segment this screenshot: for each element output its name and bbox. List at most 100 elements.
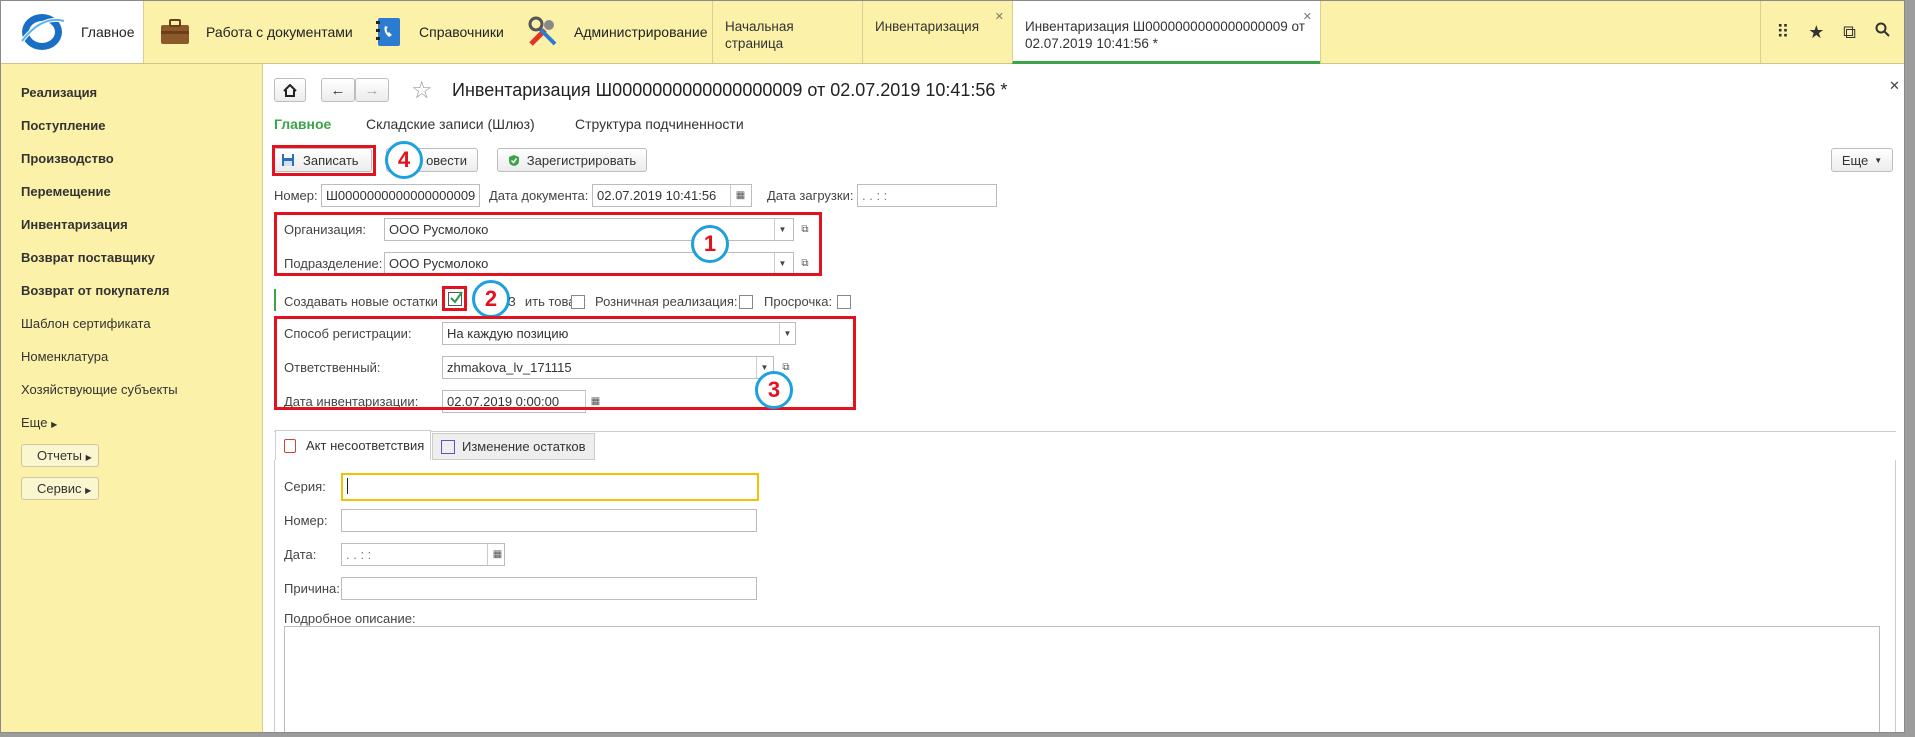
tab-inventory-list[interactable]: Инвентаризация ✕ — [862, 1, 1012, 63]
annotation-3: 3 — [755, 371, 793, 409]
favorite-star-icon[interactable]: ☆ — [411, 76, 433, 105]
forward-button[interactable]: → — [355, 78, 389, 102]
close-icon[interactable]: ✕ — [995, 9, 1004, 26]
history-icon[interactable]: ⧉ — [1843, 22, 1856, 43]
retail-label: Розничная реализация: — [595, 294, 738, 309]
tab-baseline — [274, 431, 1896, 432]
phonebook-icon — [370, 14, 406, 50]
expired-label: Просрочка: — [764, 294, 833, 309]
calendar-icon[interactable]: ▦ — [487, 544, 507, 565]
back-button[interactable]: ← — [321, 78, 355, 102]
number-field[interactable]: Ш0000000000000000009 — [321, 184, 480, 207]
star-icon[interactable]: ★ — [1808, 22, 1824, 43]
sidebar-item-sales[interactable]: Реализация — [21, 85, 97, 100]
group-marker — [274, 289, 276, 311]
highlight-box-4 — [272, 145, 376, 176]
sidebar-item-transfer[interactable]: Перемещение — [21, 184, 111, 199]
load-date-field[interactable]: . . : : — [857, 184, 997, 207]
1c-logo-icon — [20, 14, 65, 50]
sidebar-item-return-supplier[interactable]: Возврат поставщику — [21, 250, 155, 265]
annotation-1: 1 — [691, 225, 729, 263]
sidebar-item-inventory[interactable]: Инвентаризация — [21, 217, 128, 232]
search-icon[interactable] — [1875, 22, 1891, 43]
description-textarea[interactable] — [284, 626, 1880, 732]
expired-checkbox[interactable] — [837, 295, 851, 309]
top-bar: Главное Работа с документами Справочники… — [1, 1, 1904, 64]
annotation-4: 4 — [385, 141, 423, 179]
section-administration[interactable]: Администрирование — [525, 1, 708, 63]
post-label: овести — [426, 152, 467, 168]
home-icon — [283, 83, 297, 97]
tools-icon — [525, 14, 561, 50]
section-administration-label: Администрирование — [574, 24, 708, 40]
arrow-right-icon: → — [364, 81, 380, 99]
calendar-icon[interactable]: ▦ — [730, 185, 750, 206]
chart-edit-icon — [441, 439, 455, 454]
reports-label: Отчеты — [37, 448, 82, 463]
tab-balance-change-label: Изменение остатков — [462, 439, 586, 454]
tab-strip-empty — [1320, 1, 1760, 63]
reports-button[interactable]: Отчеты ▶ — [21, 444, 99, 467]
caret-right-icon: ▶ — [85, 486, 92, 495]
highlight-box-1 — [274, 212, 822, 276]
tab-start-page[interactable]: Начальная страница — [712, 1, 862, 63]
act-number-label: Номер: — [284, 513, 328, 528]
act-date-field[interactable]: . . : : — [341, 543, 505, 566]
tab-act-discrepancy-label: Акт несоответствия — [306, 438, 425, 453]
create-new-balances-label: Создавать новые остатки — [284, 294, 438, 309]
shield-icon — [508, 154, 519, 166]
briefcase-icon — [157, 14, 193, 50]
nav-warehouse-records[interactable]: Складские записи (Шлюз) — [366, 116, 535, 132]
tab-balance-change[interactable]: Изменение остатков — [432, 433, 595, 460]
retail-checkbox[interactable] — [739, 295, 753, 309]
sidebar-item-nomenclature[interactable]: Номенклатура — [21, 349, 108, 364]
load-date-label: Дата загрузки: — [767, 188, 854, 203]
document-date-label: Дата документа: — [489, 188, 589, 203]
text-cursor — [347, 478, 348, 494]
reason-label: Причина: — [284, 581, 340, 596]
close-form-icon[interactable]: ✕ — [1889, 78, 1900, 94]
highlight-box-2 — [442, 286, 467, 311]
tab-label: Начальная страница — [725, 19, 794, 51]
annotation-2: 2 — [472, 280, 510, 318]
series-label: Серия: — [284, 479, 326, 494]
register-button[interactable]: Зарегистрировать — [497, 148, 647, 172]
sidebar-more-label: Еще — [21, 415, 48, 430]
service-label: Сервис — [37, 481, 82, 496]
sidebar-item-more[interactable]: Еще ▶ — [21, 415, 57, 430]
home-button[interactable] — [274, 78, 306, 102]
document-date-field[interactable]: 02.07.2019 10:41:56 — [592, 184, 752, 207]
toolbar-right: ⠿ ★ ⧉ — [1760, 1, 1904, 63]
section-documents-label: Работа с документами — [206, 24, 353, 40]
nav-subordination[interactable]: Структура подчиненности — [575, 116, 744, 132]
register-label: Зарегистрировать — [526, 152, 637, 168]
caret-right-icon: ▶ — [51, 420, 58, 429]
sidebar-item-production[interactable]: Производство — [21, 151, 114, 166]
series-field[interactable] — [341, 473, 759, 501]
reason-field[interactable] — [341, 577, 757, 600]
section-documents[interactable]: Работа с документами — [157, 1, 353, 63]
service-button[interactable]: Сервис ▶ — [21, 477, 99, 500]
section-references[interactable]: Справочники — [370, 1, 504, 63]
page-title: Инвентаризация Ш0000000000000000009 от 0… — [452, 80, 1008, 100]
more-button[interactable]: Еще ▼ — [1831, 148, 1893, 172]
sidebar-item-return-customer[interactable]: Возврат от покупателя — [21, 283, 169, 298]
section-references-label: Справочники — [419, 24, 504, 40]
tab-label: Инвентаризация Ш0000000000000000009 от 0… — [1025, 19, 1305, 51]
caret-right-icon: ▶ — [85, 453, 92, 462]
grid-menu-icon[interactable]: ⠿ — [1776, 22, 1789, 43]
sidebar-item-receipts[interactable]: Поступление — [21, 118, 106, 133]
caret-down-icon: ▼ — [1874, 155, 1883, 165]
more-label: Еще — [1841, 152, 1869, 168]
close-icon[interactable]: ✕ — [1303, 9, 1312, 26]
hidden-goods-checkbox[interactable] — [571, 295, 585, 309]
act-number-field[interactable] — [341, 509, 757, 532]
tab-inventory-document[interactable]: Инвентаризация Ш0000000000000000009 от 0… — [1012, 1, 1320, 64]
description-label: Подробное описание: — [284, 611, 416, 626]
document-form: ← → ☆ Инвентаризация Ш000000000000000000… — [264, 64, 1904, 732]
document-date-value: 02.07.2019 10:41:56 — [597, 188, 717, 203]
sidebar-item-certificate-template[interactable]: Шаблон сертификата — [21, 316, 151, 331]
sidebar-item-business-entities[interactable]: Хозяйствующие субъекты — [21, 382, 178, 397]
nav-main[interactable]: Главное — [274, 116, 331, 132]
tab-act-discrepancy[interactable]: Акт несоответствия — [275, 430, 431, 460]
